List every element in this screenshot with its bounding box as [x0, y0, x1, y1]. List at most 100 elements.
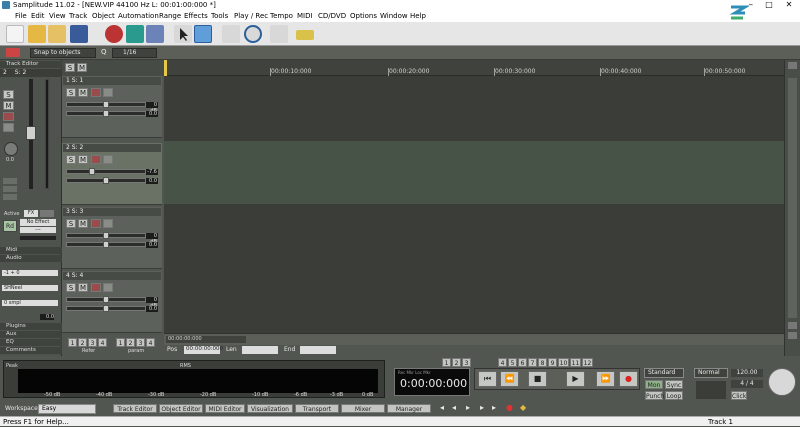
visualization-button[interactable]: Visualization	[247, 404, 293, 413]
read-automation-button[interactable]: Rd	[3, 220, 17, 232]
track-1-volume-knob[interactable]	[103, 101, 109, 108]
manager-button[interactable]: Manager	[387, 404, 431, 413]
track-selector[interactable]: 2 S: 2	[0, 69, 62, 77]
fx-select[interactable]	[3, 194, 17, 200]
menu-tempo[interactable]: Tempo	[270, 10, 293, 22]
input-select[interactable]	[3, 178, 17, 184]
time-signature-field[interactable]: 4 / 4	[731, 380, 763, 388]
play-icon[interactable]: ▶	[566, 371, 585, 387]
track-4-pan-slider[interactable]	[66, 305, 146, 312]
track-4-pan-knob[interactable]	[103, 305, 109, 312]
mute-button[interactable]: M	[3, 101, 14, 110]
track-3-volume-slider[interactable]	[66, 232, 146, 239]
global-mute-button[interactable]: M	[77, 63, 87, 72]
marker-button[interactable]: 3	[462, 358, 471, 367]
delay-field[interactable]: 0 smpl	[2, 300, 58, 306]
number-button[interactable]: 1	[116, 338, 125, 347]
track-1-mute-button[interactable]: M	[78, 88, 88, 97]
track-4-record-button[interactable]	[91, 283, 101, 292]
number-button[interactable]: 4	[146, 338, 155, 347]
ruler-tool-icon[interactable]	[296, 30, 314, 40]
punch-button[interactable]: Punch	[645, 391, 664, 400]
marker-button[interactable]: 10	[558, 358, 569, 367]
marker-button[interactable]: 4	[498, 358, 507, 367]
midi-section[interactable]: Midi	[0, 247, 62, 254]
rewind-icon[interactable]: ⏪	[500, 371, 519, 387]
no-effect-slot[interactable]: No Effect	[20, 219, 56, 226]
mon-button[interactable]: Mon	[645, 380, 663, 389]
timeline-ruler[interactable]: 00:00:10:000 00:00:20:000 00:00:30:000 0…	[164, 60, 784, 76]
number-button[interactable]: 2	[78, 338, 87, 347]
track-4-header[interactable]: 4 S: 4	[63, 272, 161, 280]
play-marker-icon[interactable]: ▸	[466, 403, 470, 412]
marker-button[interactable]: 11	[570, 358, 581, 367]
marker-button[interactable]: 9	[548, 358, 557, 367]
track-3-solo-button[interactable]: S	[66, 219, 76, 228]
menu-effects[interactable]: Effects	[184, 10, 208, 22]
draw-tool-icon[interactable]	[194, 25, 212, 43]
volume-fader-knob[interactable]	[26, 126, 36, 140]
track-lane-4[interactable]	[164, 269, 784, 333]
menu-track[interactable]: Track	[69, 10, 87, 22]
number-button[interactable]: 4	[98, 338, 107, 347]
audio-section[interactable]: Audio	[0, 255, 62, 262]
snap-icon[interactable]	[6, 48, 20, 57]
fast-forward-icon[interactable]: ⏩	[596, 371, 615, 387]
loop-marker-icon[interactable]: ◆	[520, 403, 526, 412]
track-3-volume-knob[interactable]	[103, 232, 109, 239]
midi-editor-button[interactable]: MIDI Editor	[205, 404, 245, 413]
end-marker-icon[interactable]: ▸	[492, 403, 496, 412]
pointer-tool-icon[interactable]	[174, 25, 192, 43]
maximize-button[interactable]: □	[760, 0, 778, 10]
marker-button[interactable]: 12	[582, 358, 593, 367]
audio-output-select[interactable]: SHNeel	[2, 285, 58, 291]
track-3-header[interactable]: 3 S: 3	[63, 208, 161, 216]
track-2-mute-button[interactable]: M	[78, 155, 88, 164]
track-2-volume-slider[interactable]	[66, 168, 146, 175]
comments-section[interactable]: Comments	[0, 347, 62, 354]
record-marker-icon[interactable]: ●	[506, 403, 513, 412]
split-icon[interactable]	[146, 25, 164, 43]
next-marker-icon[interactable]: ◂	[452, 403, 456, 412]
open-folder-icon[interactable]	[28, 25, 46, 43]
menu-help[interactable]: Help	[410, 10, 426, 22]
track-3-record-button[interactable]	[91, 219, 101, 228]
output-select[interactable]	[3, 186, 17, 192]
marker-button[interactable]: 6	[518, 358, 527, 367]
menu-automation[interactable]: Automation	[118, 10, 159, 22]
eq-section[interactable]: EQ	[0, 339, 62, 346]
standard-select[interactable]: Standard	[644, 368, 684, 378]
menu-file[interactable]: File	[15, 10, 27, 22]
menu-view[interactable]: View	[49, 10, 66, 22]
click-button[interactable]: Click	[731, 391, 747, 400]
scroll-up-icon[interactable]	[788, 62, 797, 69]
loop-button[interactable]: Loop	[665, 391, 683, 400]
save-icon[interactable]	[70, 25, 88, 43]
time-display[interactable]: Rec Mkr Loc Mkr 0:00:00:000	[394, 368, 470, 396]
track-1[interactable]: 1 S: 1 S M 0 dB 0.0	[62, 76, 162, 138]
horizontal-scrollbar[interactable]: 00:00:00:000	[164, 333, 784, 345]
menu-edit[interactable]: Edit	[31, 10, 45, 22]
number-button[interactable]: 1	[68, 338, 77, 347]
active-tab[interactable]: Active	[4, 211, 19, 217]
len-value[interactable]	[242, 346, 278, 354]
number-button[interactable]: 3	[136, 338, 145, 347]
scroll-thumb[interactable]	[788, 78, 797, 318]
marker-button[interactable]: 8	[538, 358, 547, 367]
track-4-monitor-button[interactable]	[103, 283, 113, 292]
track-2-pan-slider[interactable]	[66, 177, 146, 184]
fx-tab[interactable]: FX	[24, 210, 38, 217]
track-editor-header[interactable]: Track Editor	[0, 61, 62, 68]
track-4-volume-slider[interactable]	[66, 296, 146, 303]
marker-button[interactable]: 5	[508, 358, 517, 367]
sync-button[interactable]: Sync	[665, 380, 683, 389]
track-3[interactable]: 3 S: 3 S M 0 dB 0.0	[62, 207, 162, 269]
end-value[interactable]	[300, 346, 336, 354]
cut-tool-icon[interactable]	[126, 25, 144, 43]
forward-marker-icon[interactable]: ▸	[480, 403, 484, 412]
track-1-pan-slider[interactable]	[66, 110, 146, 117]
close-button[interactable]: ✕	[780, 0, 798, 10]
menu-midi[interactable]: MIDI	[297, 10, 313, 22]
menu-options[interactable]: Options	[350, 10, 377, 22]
track-1-volume-slider[interactable]	[66, 101, 146, 108]
